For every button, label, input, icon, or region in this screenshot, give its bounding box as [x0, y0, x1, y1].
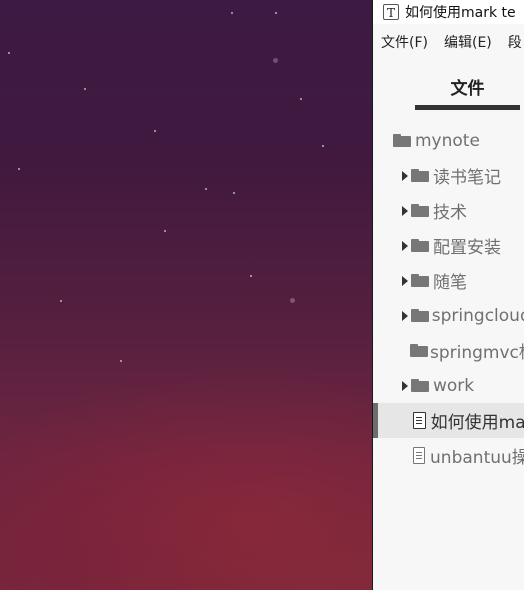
tree-item-folder[interactable]: 随笔 [373, 263, 524, 298]
folder-icon [411, 309, 429, 322]
tree-item-folder[interactable]: 配置安装 [373, 228, 524, 263]
tree-item-label: springmvc框 [429, 343, 524, 363]
caret-right-icon[interactable] [402, 240, 408, 251]
caret-right-icon[interactable] [402, 310, 408, 321]
tree-item-folder[interactable]: work [373, 368, 524, 403]
caret-right-icon[interactable] [402, 205, 408, 216]
document-icon [412, 447, 426, 464]
tree-item-folder[interactable]: 技术 [373, 193, 524, 228]
folder-icon [411, 169, 429, 182]
caret-right-icon[interactable] [402, 170, 408, 181]
caret-right-icon[interactable] [402, 380, 408, 391]
title-bar[interactable]: T 如何使用mark te [373, 0, 524, 24]
tree-item-folder[interactable]: springmvc框 [373, 333, 524, 368]
caret-right-icon[interactable] [402, 275, 408, 286]
star [205, 188, 207, 190]
menu-edit[interactable]: 编辑(E) [436, 32, 500, 52]
star [120, 360, 122, 362]
star [322, 145, 324, 147]
typora-window: T 如何使用mark te 文件(F) 编辑(E) 段 文件 mynote 读书… [373, 0, 524, 590]
tree-item-file-selected[interactable]: 如何使用ma [373, 403, 524, 438]
window-title: 如何使用mark te [405, 5, 516, 21]
desktop-wallpaper [0, 0, 373, 590]
tree-root-folder[interactable]: mynote [373, 123, 524, 158]
tree-item-label: 随笔 [433, 273, 467, 293]
star [60, 300, 62, 302]
folder-icon [411, 239, 429, 252]
star [233, 192, 235, 194]
star [18, 168, 20, 170]
tree-item-label: 如何使用ma [430, 413, 524, 433]
file-tree: mynote 读书笔记 技术 配置安装 随笔 springcloud sprin… [373, 123, 524, 473]
app-icon: T [383, 4, 399, 20]
star [231, 12, 233, 14]
tree-item-label: 技术 [433, 203, 467, 223]
menu-file[interactable]: 文件(F) [373, 32, 436, 52]
tree-item-label: unbantuu操 [430, 448, 524, 468]
document-icon [412, 412, 426, 429]
tab-files[interactable]: 文件 [415, 74, 520, 99]
star [84, 88, 86, 90]
star [250, 275, 252, 277]
star [275, 12, 277, 14]
star [300, 98, 302, 100]
star [154, 130, 156, 132]
folder-icon [411, 379, 429, 392]
tree-item-label: work [433, 375, 475, 396]
folder-icon [411, 204, 429, 217]
menu-bar: 文件(F) 编辑(E) 段 [373, 30, 524, 54]
folder-icon [393, 134, 411, 147]
tree-item-folder[interactable]: springcloud [373, 298, 524, 333]
folder-icon [411, 274, 429, 287]
tree-item-folder[interactable]: 读书笔记 [373, 158, 524, 193]
tree-item-label: 读书笔记 [433, 168, 501, 188]
active-tab-indicator [415, 105, 520, 110]
tree-item-label: springcloud [431, 305, 524, 326]
star [290, 298, 295, 303]
tree-item-label: mynote [415, 130, 480, 151]
menu-paragraph[interactable]: 段 [500, 32, 524, 52]
tree-item-file[interactable]: unbantuu操 [373, 438, 524, 473]
star [8, 52, 10, 54]
folder-icon [409, 344, 428, 357]
star [164, 230, 166, 232]
star [273, 58, 278, 63]
tree-item-label: 配置安装 [433, 238, 501, 258]
